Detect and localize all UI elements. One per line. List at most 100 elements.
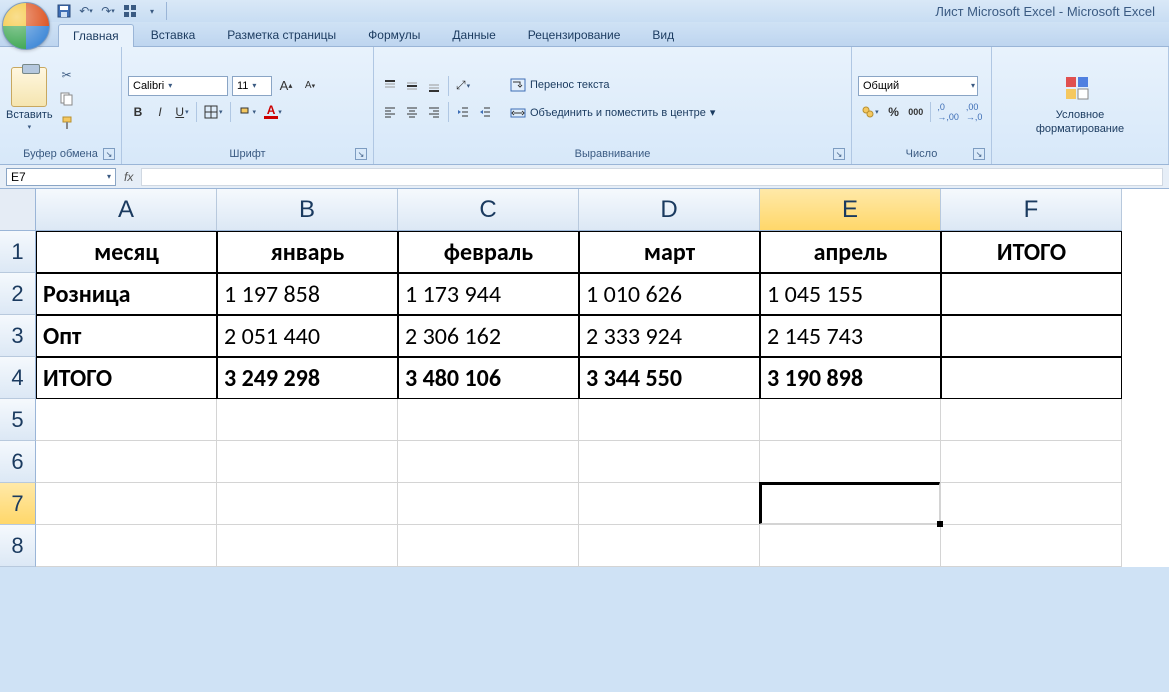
align-middle-icon[interactable] bbox=[402, 76, 422, 96]
cell-A2[interactable]: Розница bbox=[36, 273, 217, 315]
cell-E7[interactable] bbox=[760, 483, 941, 525]
cell-B1[interactable]: январь bbox=[217, 231, 398, 273]
cell-D5[interactable] bbox=[579, 399, 760, 441]
cell-B4[interactable]: 3 249 298 bbox=[217, 357, 398, 399]
cell-C5[interactable] bbox=[398, 399, 579, 441]
cell-D2[interactable]: 1 010 626 bbox=[579, 273, 760, 315]
cell-F2[interactable] bbox=[941, 273, 1122, 315]
format-painter-icon[interactable] bbox=[57, 113, 77, 133]
cell-E4[interactable]: 3 190 898 bbox=[760, 357, 941, 399]
cell-B7[interactable] bbox=[217, 483, 398, 525]
align-center-icon[interactable] bbox=[402, 102, 422, 122]
undo-icon[interactable]: ↶▾ bbox=[78, 3, 94, 19]
clipboard-launcher-icon[interactable]: ↘ bbox=[103, 148, 115, 160]
cell-F5[interactable] bbox=[941, 399, 1122, 441]
tab-view[interactable]: Вид bbox=[637, 23, 689, 46]
number-launcher-icon[interactable]: ↘ bbox=[973, 148, 985, 160]
font-launcher-icon[interactable]: ↘ bbox=[355, 148, 367, 160]
cell-B6[interactable] bbox=[217, 441, 398, 483]
save-icon[interactable] bbox=[56, 3, 72, 19]
cell-C4[interactable]: 3 480 106 bbox=[398, 357, 579, 399]
col-header-D[interactable]: D bbox=[579, 189, 760, 231]
col-header-B[interactable]: B bbox=[217, 189, 398, 231]
cell-E2[interactable]: 1 045 155 bbox=[760, 273, 941, 315]
cell-F6[interactable] bbox=[941, 441, 1122, 483]
qat-dropdown-icon[interactable]: ▾ bbox=[144, 3, 160, 19]
cell-F8[interactable] bbox=[941, 525, 1122, 567]
paste-icon[interactable] bbox=[11, 67, 47, 107]
cell-E8[interactable] bbox=[760, 525, 941, 567]
cell-B8[interactable] bbox=[217, 525, 398, 567]
redo-icon[interactable]: ↷▾ bbox=[100, 3, 116, 19]
underline-button[interactable]: U▾ bbox=[172, 102, 192, 122]
col-header-C[interactable]: C bbox=[398, 189, 579, 231]
percent-icon[interactable]: % bbox=[884, 102, 904, 122]
col-header-F[interactable]: F bbox=[941, 189, 1122, 231]
cell-A6[interactable] bbox=[36, 441, 217, 483]
spreadsheet-grid[interactable]: A B C D E F 1 месяц январь февраль март … bbox=[0, 189, 1169, 567]
cell-A5[interactable] bbox=[36, 399, 217, 441]
cell-F4[interactable] bbox=[941, 357, 1122, 399]
cell-C3[interactable]: 2 306 162 bbox=[398, 315, 579, 357]
align-bottom-icon[interactable] bbox=[424, 76, 444, 96]
decrease-decimal-icon[interactable]: ,00→,0 bbox=[963, 102, 985, 122]
paste-dropdown-icon[interactable]: ▾ bbox=[28, 123, 32, 131]
cell-D6[interactable] bbox=[579, 441, 760, 483]
font-name-combo[interactable]: Calibri▾ bbox=[128, 76, 228, 96]
merge-center-button[interactable]: Объединить и поместить в центре▾ bbox=[505, 102, 720, 124]
increase-decimal-icon[interactable]: ,0→,00 bbox=[935, 102, 961, 122]
font-size-combo[interactable]: 11▾ bbox=[232, 76, 272, 96]
cell-B5[interactable] bbox=[217, 399, 398, 441]
cell-C1[interactable]: февраль bbox=[398, 231, 579, 273]
fx-icon[interactable]: fx bbox=[124, 170, 133, 184]
cell-D3[interactable]: 2 333 924 bbox=[579, 315, 760, 357]
align-top-icon[interactable] bbox=[380, 76, 400, 96]
align-left-icon[interactable] bbox=[380, 102, 400, 122]
increase-font-icon[interactable]: A▴ bbox=[276, 76, 296, 96]
row-header-2[interactable]: 2 bbox=[0, 273, 36, 315]
row-header-1[interactable]: 1 bbox=[0, 231, 36, 273]
paste-label[interactable]: Вставить bbox=[6, 109, 53, 121]
qat-custom-icon[interactable] bbox=[122, 3, 138, 19]
formula-input[interactable] bbox=[141, 168, 1163, 186]
row-header-5[interactable]: 5 bbox=[0, 399, 36, 441]
fill-color-button[interactable]: ▾ bbox=[235, 102, 260, 122]
comma-icon[interactable]: 000 bbox=[906, 102, 926, 122]
cell-C6[interactable] bbox=[398, 441, 579, 483]
cell-B2[interactable]: 1 197 858 bbox=[217, 273, 398, 315]
cell-D8[interactable] bbox=[579, 525, 760, 567]
borders-button[interactable]: ▾ bbox=[201, 102, 226, 122]
wrap-text-button[interactable]: Перенос текста bbox=[505, 74, 720, 96]
row-header-8[interactable]: 8 bbox=[0, 525, 36, 567]
row-header-7[interactable]: 7 bbox=[0, 483, 36, 525]
tab-data[interactable]: Данные bbox=[437, 23, 510, 46]
cell-E1[interactable]: апрель bbox=[760, 231, 941, 273]
cell-E6[interactable] bbox=[760, 441, 941, 483]
font-color-button[interactable]: A▾ bbox=[261, 102, 281, 122]
cell-E5[interactable] bbox=[760, 399, 941, 441]
decrease-indent-icon[interactable] bbox=[453, 102, 473, 122]
orientation-icon[interactable]: ⤢▾ bbox=[453, 76, 473, 96]
cut-icon[interactable]: ✂ bbox=[57, 65, 77, 85]
cell-C8[interactable] bbox=[398, 525, 579, 567]
row-header-6[interactable]: 6 bbox=[0, 441, 36, 483]
tab-review[interactable]: Рецензирование bbox=[513, 23, 636, 46]
col-header-E[interactable]: E bbox=[760, 189, 941, 231]
tab-home[interactable]: Главная bbox=[58, 24, 134, 47]
cell-A1[interactable]: месяц bbox=[36, 231, 217, 273]
cell-A8[interactable] bbox=[36, 525, 217, 567]
decrease-font-icon[interactable]: A▾ bbox=[300, 76, 320, 96]
cell-C7[interactable] bbox=[398, 483, 579, 525]
cell-F3[interactable] bbox=[941, 315, 1122, 357]
tab-page-layout[interactable]: Разметка страницы bbox=[212, 23, 351, 46]
tab-insert[interactable]: Вставка bbox=[136, 23, 211, 46]
row-header-3[interactable]: 3 bbox=[0, 315, 36, 357]
cell-A7[interactable] bbox=[36, 483, 217, 525]
cell-A4[interactable]: ИТОГО bbox=[36, 357, 217, 399]
align-right-icon[interactable] bbox=[424, 102, 444, 122]
office-button[interactable] bbox=[2, 2, 50, 50]
increase-indent-icon[interactable] bbox=[475, 102, 495, 122]
cell-F7[interactable] bbox=[941, 483, 1122, 525]
cell-A3[interactable]: Опт bbox=[36, 315, 217, 357]
alignment-launcher-icon[interactable]: ↘ bbox=[833, 148, 845, 160]
